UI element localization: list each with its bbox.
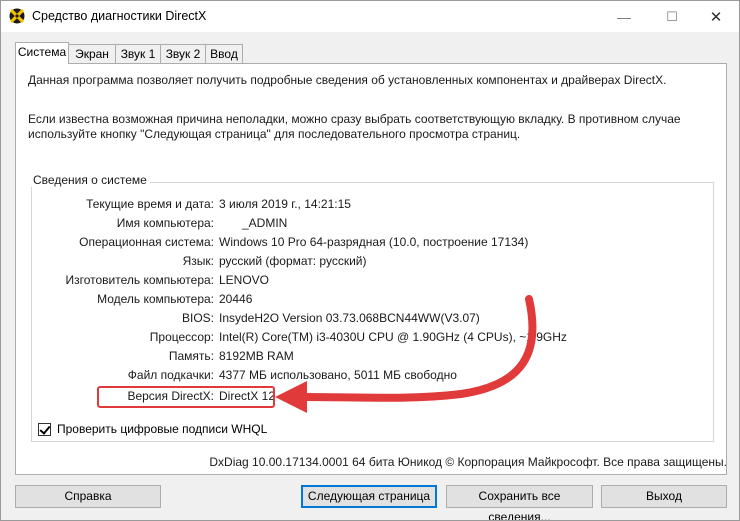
save-all-info-button[interactable]: Сохранить все сведения... (446, 485, 593, 520)
info-label: BIOS: (181, 311, 214, 325)
directx-highlight-box (97, 386, 275, 408)
info-label: Модель компьютера: (97, 292, 214, 306)
info-label: Текущие время и дата: (86, 197, 214, 211)
info-label: Изготовитель компьютера: (65, 273, 215, 287)
intro-hint-text: Если известна возможная причина неполадк… (28, 112, 681, 141)
dxdiag-window: Средство диагностики DirectX — ☐ ✕ Систе… (0, 0, 740, 521)
maximize-icon: ☐ (666, 8, 678, 24)
tab-sound-1[interactable]: Звук 1 (115, 44, 161, 63)
info-value: Windows 10 Pro 64-разрядная (10.0, постр… (219, 235, 529, 249)
copyright-footer: DxDiag 10.00.17134.0001 64 бита Юникод ©… (209, 455, 727, 469)
tab-input[interactable]: Ввод (205, 44, 243, 63)
info-value: LENOVO (219, 273, 270, 287)
exit-button[interactable]: Выход (601, 485, 727, 508)
maximize-button[interactable]: ☐ (649, 1, 695, 32)
whql-checkbox-row[interactable]: Проверить цифровые подписи WHQL (38, 421, 267, 437)
info-value: 3 июля 2019 г., 14:21:15 (219, 197, 351, 211)
next-page-button[interactable]: Следующая страница (301, 485, 437, 508)
title-bar[interactable]: Средство диагностики DirectX — ☐ ✕ (1, 1, 739, 32)
close-button[interactable]: ✕ (693, 1, 739, 32)
info-label: Процессор: (149, 330, 214, 344)
whql-checkbox[interactable] (38, 422, 51, 436)
intro-text: Данная программа позволяет получить подр… (28, 73, 667, 87)
info-label: Язык: (182, 254, 214, 268)
tab-sound-2[interactable]: Звук 2 (160, 44, 206, 63)
tab-system[interactable]: Система (15, 42, 69, 64)
info-label: Файл подкачки: (127, 368, 214, 382)
directx-app-icon (9, 8, 25, 24)
minimize-button[interactable]: — (601, 1, 647, 32)
info-label: Операционная система: (79, 235, 214, 249)
help-button[interactable]: Справка (15, 485, 161, 508)
whql-checkbox-label: Проверить цифровые подписи WHQL (57, 422, 268, 436)
info-value: русский (формат: русский) (219, 254, 367, 268)
info-label: Память: (168, 349, 214, 363)
info-label: Имя компьютера: (116, 216, 214, 230)
annotation-arrow-icon (275, 295, 537, 413)
info-value: 20446 (219, 292, 253, 306)
close-icon: ✕ (709, 8, 723, 26)
minimize-icon: — (617, 8, 631, 25)
system-info-title: Сведения о системе (30, 173, 150, 187)
window-title: Средство диагностики DirectX (32, 9, 207, 23)
info-value: _ADMIN (242, 216, 288, 230)
tab-display[interactable]: Экран (68, 44, 116, 63)
